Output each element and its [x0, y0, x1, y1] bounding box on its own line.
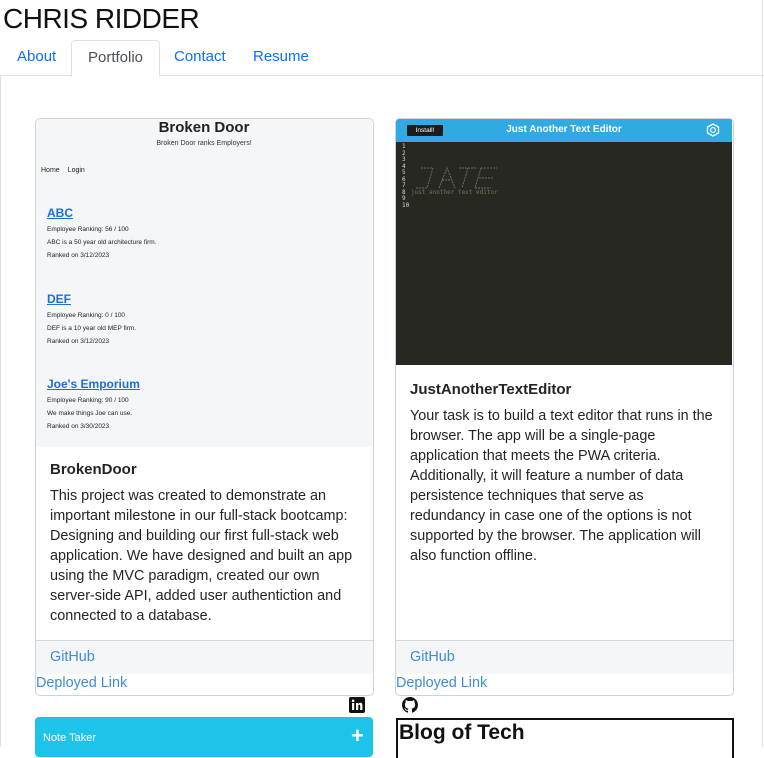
project-description: Your task is to build a text editor that…: [410, 408, 713, 564]
company-ranking: Employee Ranking: 0 / 100: [47, 312, 126, 319]
brokendoor-nav-home: Home: [41, 167, 60, 174]
card-footer: GitHub: [396, 640, 733, 674]
jate-comment: just another text editor: [411, 189, 498, 196]
company-description: DEF is a 10 year old MEP firm.: [47, 325, 137, 332]
tab-about[interactable]: About: [1, 40, 72, 76]
brokendoor-header: Broken Door Broken Door ranks Employers!: [36, 119, 372, 147]
jate-app-title: Just Another Text Editor: [506, 124, 622, 135]
note-taker-card[interactable]: Note Taker +: [35, 717, 373, 757]
company-description: We make things Joe can use.: [47, 410, 133, 417]
company-entry: ABC Employee Ranking: 56 / 100 ABC is a …: [47, 206, 347, 259]
company-entry: DEF Employee Ranking: 0 / 100 DEF is a 1…: [47, 292, 347, 345]
company-ranked-date: Ranked on 3/12/2023: [47, 338, 110, 345]
plus-icon[interactable]: +: [351, 725, 364, 747]
company-ranking: Employee Ranking: 56 / 100: [47, 226, 129, 233]
content-border-right: [762, 0, 763, 747]
project-card-jate: Install! Just Another Text Editor 1 2 3 …: [395, 118, 734, 696]
company-description: ABC is a 50 year old architecture firm.: [47, 239, 157, 246]
project-card-brokendoor: Broken Door Broken Door ranks Employers!…: [35, 118, 374, 696]
tab-portfolio[interactable]: Portfolio: [71, 40, 161, 77]
linkedin-icon[interactable]: [349, 697, 365, 713]
card-footer: GitHub: [36, 640, 373, 674]
project-title: BrokenDoor: [50, 461, 137, 478]
jate-screenshot: Install! Just Another Text Editor 1 2 3 …: [396, 119, 732, 365]
company-ranked-date: Ranked on 3/12/2023: [47, 252, 110, 259]
company-name: Joe's Emporium: [47, 377, 140, 391]
blog-of-tech-title: Blog of Tech: [399, 721, 525, 744]
jate-logo-icon: [706, 123, 720, 137]
site-title: CHRIS RIDDER: [3, 3, 200, 34]
company-entry: Joe's Emporium Employee Ranking: 90 / 10…: [47, 377, 347, 430]
brokendoor-nav: Home Login: [41, 167, 93, 174]
company-ranked-date: Ranked on 3/30/2023: [47, 423, 110, 430]
github-link[interactable]: GitHub: [50, 649, 95, 665]
project-description: This project was created to demonstrate …: [50, 488, 353, 624]
jate-line-numbers: 1 2 3 4 5 6 7 8 9 10: [402, 143, 410, 209]
nav-tabs: About Portfolio Contact Resume: [0, 40, 764, 77]
brokendoor-app-subtitle: Broken Door ranks Employers!: [156, 140, 252, 147]
github-icon[interactable]: [402, 697, 418, 713]
deployed-link[interactable]: Deployed Link: [36, 675, 127, 691]
deployed-link[interactable]: Deployed Link: [396, 675, 487, 691]
tab-contact[interactable]: Contact: [158, 40, 242, 76]
jate-ascii-art: [415, 166, 497, 189]
project-title: JustAnotherTextEditor: [410, 381, 572, 398]
github-link[interactable]: GitHub: [410, 649, 455, 665]
company-name: ABC: [47, 206, 73, 220]
brokendoor-nav-login: Login: [67, 167, 85, 174]
brokendoor-screenshot: Broken Door Broken Door ranks Employers!…: [36, 119, 372, 447]
content-border-left: [0, 76, 1, 747]
note-taker-title: Note Taker: [43, 732, 96, 744]
brokendoor-app-title: Broken Door: [158, 119, 250, 136]
card-body: BrokenDoor This project was created to d…: [50, 461, 359, 626]
card-body: JustAnotherTextEditor Your task is to bu…: [410, 381, 719, 566]
tab-resume[interactable]: Resume: [237, 40, 325, 76]
company-name: DEF: [47, 292, 71, 306]
blog-of-tech-card[interactable]: Blog of Tech: [396, 718, 734, 758]
jate-header-bar: Install! Just Another Text Editor: [396, 119, 732, 142]
company-ranking: Employee Ranking: 90 / 100: [47, 397, 129, 404]
